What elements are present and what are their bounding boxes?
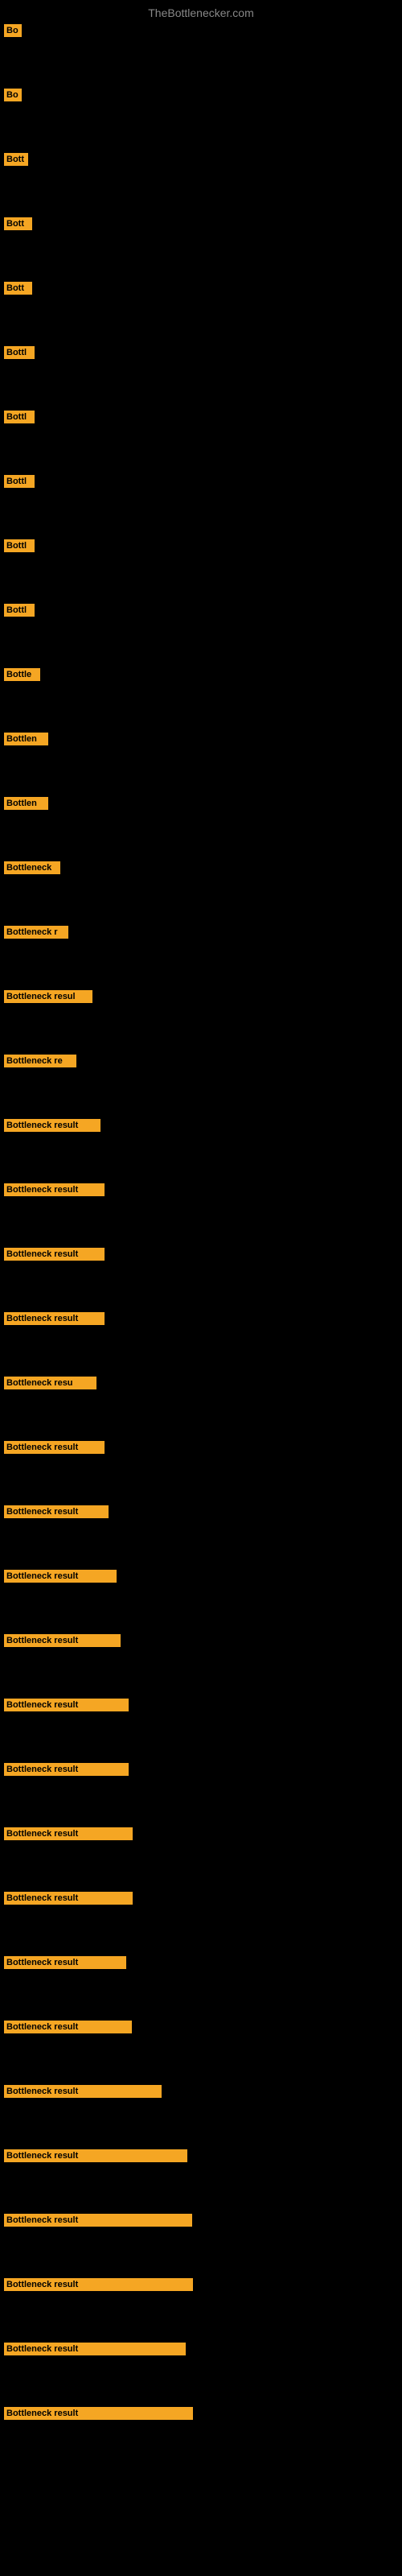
bottleneck-item: Bottl xyxy=(4,346,35,363)
bottleneck-item: Bott xyxy=(4,217,32,234)
bottleneck-label: Bottl xyxy=(4,346,35,359)
bottleneck-label: Bottleneck result xyxy=(4,1699,129,1711)
bottleneck-label: Bott xyxy=(4,217,32,230)
bottleneck-item: Bottleneck result xyxy=(4,2149,187,2166)
bottleneck-item: Bottleneck result xyxy=(4,1956,126,1973)
bottleneck-item: Bottleneck result xyxy=(4,1248,105,1265)
bottleneck-label: Bottleneck result xyxy=(4,1763,129,1776)
bottleneck-item: Bottleneck r xyxy=(4,926,68,943)
bottleneck-label: Bottl xyxy=(4,604,35,617)
bottleneck-item: Bo xyxy=(4,89,22,105)
bottleneck-item: Bottleneck result xyxy=(4,1634,121,1651)
bottleneck-item: Bott xyxy=(4,282,32,299)
bottleneck-item: Bottleneck re xyxy=(4,1055,76,1071)
bottleneck-label: Bottleneck result xyxy=(4,1956,126,1969)
bottleneck-item: Bottleneck result xyxy=(4,1119,100,1136)
bottleneck-item: Bottleneck xyxy=(4,861,60,878)
bottleneck-label: Bottleneck result xyxy=(4,2214,192,2227)
bottleneck-label: Bottleneck resu xyxy=(4,1377,96,1389)
bottleneck-item: Bottleneck result xyxy=(4,2343,186,2359)
bottleneck-item: Bottleneck result xyxy=(4,1441,105,1458)
bottleneck-label: Bottl xyxy=(4,411,35,423)
bottleneck-label: Bottleneck result xyxy=(4,1312,105,1325)
bottleneck-label: Bottlen xyxy=(4,797,48,810)
bottleneck-label: Bottl xyxy=(4,539,35,552)
bottleneck-item: Bottleneck result xyxy=(4,2085,162,2102)
bottleneck-item: Bott xyxy=(4,153,28,170)
bottleneck-item: Bottleneck result xyxy=(4,2021,132,2037)
bottleneck-label: Bottleneck result xyxy=(4,2343,186,2355)
bottleneck-item: Bottl xyxy=(4,604,35,621)
bottleneck-label: Bottlen xyxy=(4,733,48,745)
site-title: TheBottlenecker.com xyxy=(0,0,402,26)
bottleneck-label: Bottleneck resul xyxy=(4,990,92,1003)
bottleneck-label: Bo xyxy=(4,24,22,37)
bottleneck-item: Bottleneck result xyxy=(4,2278,193,2295)
bottleneck-label: Bott xyxy=(4,282,32,295)
bottleneck-item: Bottl xyxy=(4,411,35,427)
bottleneck-label: Bottleneck result xyxy=(4,2021,132,2033)
bottleneck-item: Bottleneck result xyxy=(4,1827,133,1844)
bottleneck-label: Bottleneck result xyxy=(4,1634,121,1647)
bottleneck-label: Bott xyxy=(4,153,28,166)
bottleneck-label: Bottleneck result xyxy=(4,1827,133,1840)
bottleneck-item: Bottlen xyxy=(4,733,48,749)
bottleneck-item: Bottleneck result xyxy=(4,1892,133,1909)
bottleneck-item: Bottleneck resul xyxy=(4,990,92,1007)
bottleneck-label: Bottleneck result xyxy=(4,2149,187,2162)
bottleneck-label: Bottleneck r xyxy=(4,926,68,939)
bottleneck-item: Bottleneck result xyxy=(4,2214,192,2231)
bottleneck-item: Bottle xyxy=(4,668,40,685)
bottleneck-label: Bottleneck result xyxy=(4,1505,109,1518)
bottleneck-label: Bottleneck result xyxy=(4,2407,193,2420)
bottleneck-item: Bo xyxy=(4,24,22,41)
bottleneck-label: Bottleneck result xyxy=(4,1183,105,1196)
bottleneck-label: Bottleneck result xyxy=(4,1570,117,1583)
bottleneck-item: Bottleneck result xyxy=(4,2407,193,2424)
bottleneck-label: Bottleneck result xyxy=(4,2085,162,2098)
bottleneck-label: Bottleneck result xyxy=(4,1119,100,1132)
bottleneck-item: Bottleneck result xyxy=(4,1699,129,1715)
bottleneck-item: Bottleneck result xyxy=(4,1763,129,1780)
bottleneck-label: Bottleneck re xyxy=(4,1055,76,1067)
bottleneck-item: Bottl xyxy=(4,539,35,556)
bottleneck-item: Bottlen xyxy=(4,797,48,814)
bottleneck-label: Bottleneck result xyxy=(4,1441,105,1454)
bottleneck-label: Bottleneck result xyxy=(4,1892,133,1905)
bottleneck-label: Bottl xyxy=(4,475,35,488)
bottleneck-label: Bottle xyxy=(4,668,40,681)
bottleneck-item: Bottleneck resu xyxy=(4,1377,96,1393)
bottleneck-label: Bo xyxy=(4,89,22,101)
bottleneck-item: Bottleneck result xyxy=(4,1312,105,1329)
bottleneck-label: Bottleneck xyxy=(4,861,60,874)
bottleneck-item: Bottleneck result xyxy=(4,1505,109,1522)
bottleneck-item: Bottleneck result xyxy=(4,1183,105,1200)
bottleneck-item: Bottleneck result xyxy=(4,1570,117,1587)
bottleneck-label: Bottleneck result xyxy=(4,1248,105,1261)
bottleneck-label: Bottleneck result xyxy=(4,2278,193,2291)
bottleneck-item: Bottl xyxy=(4,475,35,492)
